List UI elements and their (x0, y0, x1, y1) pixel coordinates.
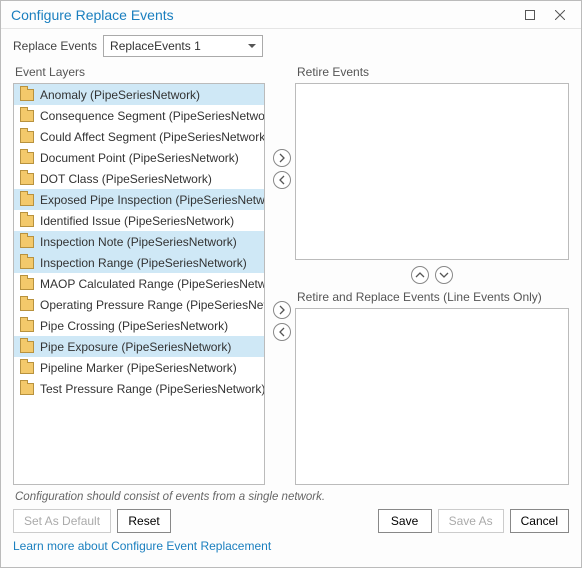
replace-events-label: Replace Events (13, 39, 97, 53)
panels: Event Layers Anomaly (PipeSeriesNetwork)… (13, 63, 569, 485)
list-item-label: Consequence Segment (PipeSeriesNetwork) (40, 109, 265, 123)
arrow-right-icon (277, 305, 287, 315)
list-item[interactable]: Test Pressure Range (PipeSeriesNetwork) (14, 378, 264, 399)
layer-icon (20, 341, 34, 353)
list-item-label: Anomaly (PipeSeriesNetwork) (40, 88, 200, 102)
move-down-button[interactable] (435, 266, 453, 284)
maximize-button[interactable] (515, 4, 545, 26)
hint-text: Configuration should consist of events f… (15, 491, 567, 503)
save-as-button[interactable]: Save As (438, 509, 504, 533)
event-layers-column: Event Layers Anomaly (PipeSeriesNetwork)… (13, 63, 265, 485)
list-item-label: Inspection Range (PipeSeriesNetwork) (40, 256, 247, 270)
replace-events-value: ReplaceEvents 1 (110, 39, 201, 53)
layer-icon (20, 383, 34, 395)
list-item-label: Exposed Pipe Inspection (PipeSeriesNetwo… (40, 193, 265, 207)
arrow-left-icon (277, 327, 287, 337)
move-right-retire-button[interactable] (273, 149, 291, 167)
close-button[interactable] (545, 4, 575, 26)
list-item[interactable]: Pipe Exposure (PipeSeriesNetwork) (14, 336, 264, 357)
layer-icon (20, 362, 34, 374)
list-item[interactable]: MAOP Calculated Range (PipeSeriesNetwork… (14, 273, 264, 294)
close-icon (555, 10, 565, 20)
layer-icon (20, 236, 34, 248)
list-item[interactable]: Consequence Segment (PipeSeriesNetwork) (14, 105, 264, 126)
replace-events-panel-label: Retire and Replace Events (Line Events O… (297, 290, 569, 306)
list-item-label: Operating Pressure Range (PipeSeriesNetw… (40, 298, 265, 312)
list-item-label: Inspection Note (PipeSeriesNetwork) (40, 235, 237, 249)
arrow-down-icon (439, 270, 449, 280)
learn-more-link[interactable]: Learn more about Configure Event Replace… (13, 539, 569, 553)
list-item[interactable]: Operating Pressure Range (PipeSeriesNetw… (14, 294, 264, 315)
layer-icon (20, 89, 34, 101)
list-item[interactable]: Identified Issue (PipeSeriesNetwork) (14, 210, 264, 231)
right-boxes: Retire Events Retire and Replace Events … (295, 63, 569, 485)
layer-icon (20, 194, 34, 206)
list-item-label: DOT Class (PipeSeriesNetwork) (40, 172, 212, 186)
list-item-label: Test Pressure Range (PipeSeriesNetwork) (40, 382, 265, 396)
list-item[interactable]: Pipe Crossing (PipeSeriesNetwork) (14, 315, 264, 336)
arrow-up-icon (415, 270, 425, 280)
replace-events-row: Replace Events ReplaceEvents 1 (13, 35, 569, 57)
list-item[interactable]: DOT Class (PipeSeriesNetwork) (14, 168, 264, 189)
window-title: Configure Replace Events (11, 7, 515, 23)
retire-events-label: Retire Events (297, 65, 569, 81)
layer-icon (20, 110, 34, 122)
list-item[interactable]: Pipeline Marker (PipeSeriesNetwork) (14, 357, 264, 378)
move-left-retire-button[interactable] (273, 171, 291, 189)
list-item-label: Pipeline Marker (PipeSeriesNetwork) (40, 361, 237, 375)
right-area: Retire Events Retire and Replace Events … (269, 63, 569, 485)
list-item-label: MAOP Calculated Range (PipeSeriesNetwork… (40, 277, 265, 291)
button-row: Set As Default Reset Save Save As Cancel (13, 509, 569, 537)
move-up-button[interactable] (411, 266, 429, 284)
layer-icon (20, 257, 34, 269)
list-item[interactable]: Exposed Pipe Inspection (PipeSeriesNetwo… (14, 189, 264, 210)
list-item-label: Pipe Crossing (PipeSeriesNetwork) (40, 319, 228, 333)
move-right-replace-button[interactable] (273, 301, 291, 319)
layer-icon (20, 278, 34, 290)
set-as-default-button[interactable]: Set As Default (13, 509, 111, 533)
reset-button[interactable]: Reset (117, 509, 171, 533)
replace-events-listbox[interactable] (295, 308, 569, 485)
titlebar: Configure Replace Events (1, 1, 581, 29)
move-left-replace-button[interactable] (273, 323, 291, 341)
list-item[interactable]: Anomaly (PipeSeriesNetwork) (14, 84, 264, 105)
arrow-right-icon (277, 153, 287, 163)
dialog-content: Replace Events ReplaceEvents 1 Event Lay… (1, 29, 581, 567)
save-button[interactable]: Save (378, 509, 432, 533)
list-item[interactable]: Inspection Note (PipeSeriesNetwork) (14, 231, 264, 252)
retire-events-listbox[interactable] (295, 83, 569, 260)
layer-icon (20, 299, 34, 311)
list-item-label: Identified Issue (PipeSeriesNetwork) (40, 214, 234, 228)
replace-events-combo[interactable]: ReplaceEvents 1 (103, 35, 263, 57)
reorder-row (295, 264, 569, 284)
event-layers-listbox[interactable]: Anomaly (PipeSeriesNetwork) Consequence S… (13, 83, 265, 485)
maximize-icon (525, 10, 535, 20)
layer-icon (20, 173, 34, 185)
arrow-left-icon (277, 175, 287, 185)
event-layers-label: Event Layers (15, 65, 265, 81)
cancel-button[interactable]: Cancel (510, 509, 569, 533)
arrow-column (269, 63, 295, 485)
layer-icon (20, 152, 34, 164)
layer-icon (20, 215, 34, 227)
list-item[interactable]: Document Point (PipeSeriesNetwork) (14, 147, 264, 168)
list-item[interactable]: Inspection Range (PipeSeriesNetwork) (14, 252, 264, 273)
list-item[interactable]: Could Affect Segment (PipeSeriesNetwork) (14, 126, 264, 147)
layer-icon (20, 131, 34, 143)
list-item-label: Pipe Exposure (PipeSeriesNetwork) (40, 340, 231, 354)
list-item-label: Document Point (PipeSeriesNetwork) (40, 151, 239, 165)
dialog-window: Configure Replace Events Replace Events … (0, 0, 582, 568)
layer-icon (20, 320, 34, 332)
list-item-label: Could Affect Segment (PipeSeriesNetwork) (40, 130, 265, 144)
